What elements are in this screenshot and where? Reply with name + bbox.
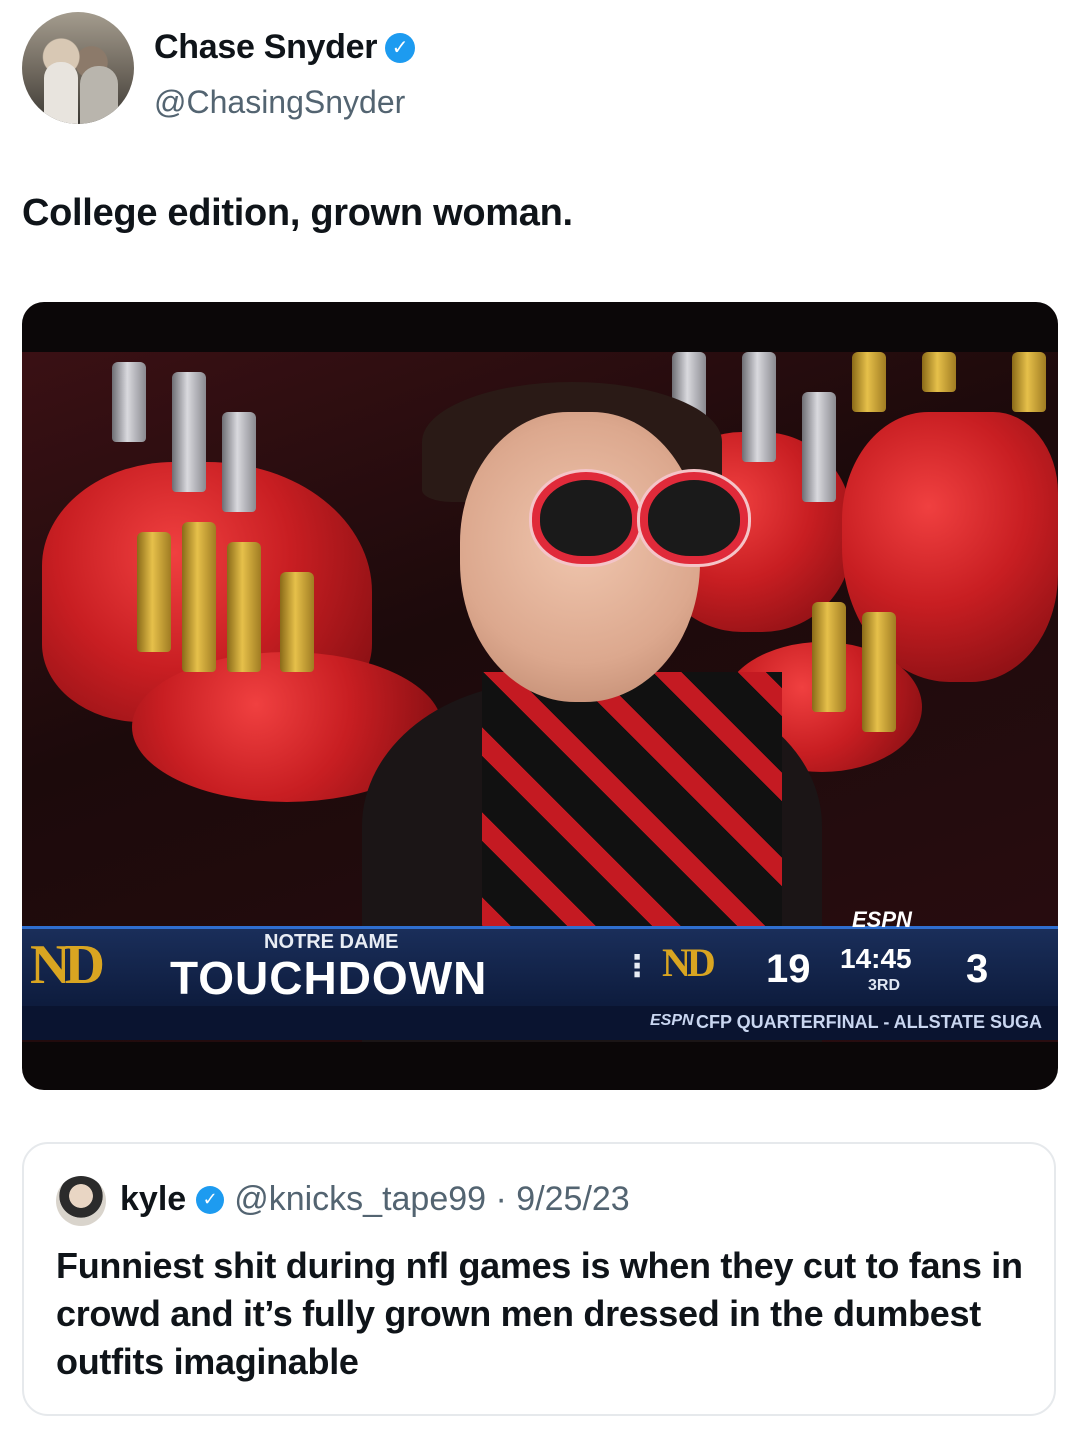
quoted-author-row: kyle ✓ @knicks_tape99 · 9/25/23 [120,1180,630,1219]
heart-sunglasses-left-icon [532,472,640,564]
game-quarter: 3RD [868,977,901,994]
quoted-author-avatar[interactable] [56,1176,106,1226]
author-avatar[interactable] [22,12,134,124]
avatar-person-left [44,62,78,124]
ticker-network-logo: ESPN [650,1012,694,1029]
broadcast-ticker: ESPN CFP QUARTERFINAL - ALLSTATE SUGA [22,1006,1058,1040]
menu-dots-icon: ⋮ [622,950,652,983]
spike-icon [812,602,846,712]
spike-icon [862,612,896,732]
tweet-header: Chase Snyder ✓ @ChasingSnyder [22,12,1022,124]
spike-icon [802,392,836,502]
author-display-name[interactable]: Chase Snyder [154,28,377,67]
spike-icon [922,352,956,392]
quoted-tweet-text: Funniest shit during nfl games is when t… [56,1245,1023,1382]
verified-badge-icon: ✓ [385,32,416,63]
spike-icon [222,412,256,512]
author-handle[interactable]: @ChasingSnyder [154,84,405,121]
spike-icon [137,532,171,652]
spike-icon [742,352,776,462]
quoted-author-handle-date[interactable]: @knicks_tape99 · 9/25/23 [234,1180,630,1219]
ticker-text: CFP QUARTERFINAL - ALLSTATE SUGA [696,1012,1042,1032]
quoted-tweet-card[interactable]: kyle ✓ @knicks_tape99 · 9/25/23 Funniest… [22,1142,1056,1416]
notre-dame-small-logo-icon: ND [662,940,716,985]
network-logo: ESPN [852,907,912,932]
home-score: 19 [766,947,811,991]
quoted-author-name[interactable]: kyle [120,1180,186,1219]
spike-icon [1012,352,1046,412]
author-name-row: Chase Snyder ✓ [154,28,416,67]
verified-badge-icon: ✓ [196,1185,225,1214]
tweet-text: College edition, grown woman. [22,192,573,234]
broadcast-scorebar: ND NOTRE DAME TOUCHDOWN ESPN ⋮ ND 19 14:… [22,907,1058,1009]
notre-dame-logo-icon: ND [30,934,105,996]
avatar-person-right [80,66,118,124]
spike-icon [172,372,206,492]
spike-icon [112,362,146,442]
away-score: 3 [966,947,989,991]
heart-sunglasses-right-icon [640,472,748,564]
spike-icon [227,542,261,672]
spike-icon [280,572,314,672]
spike-icon [182,522,216,672]
game-clock: 14:45 [840,943,912,974]
event-label: TOUCHDOWN [170,952,488,1004]
tweet-media-photo[interactable]: ND NOTRE DAME TOUCHDOWN ESPN ⋮ ND 19 14:… [22,302,1058,1090]
spike-icon [852,352,886,412]
